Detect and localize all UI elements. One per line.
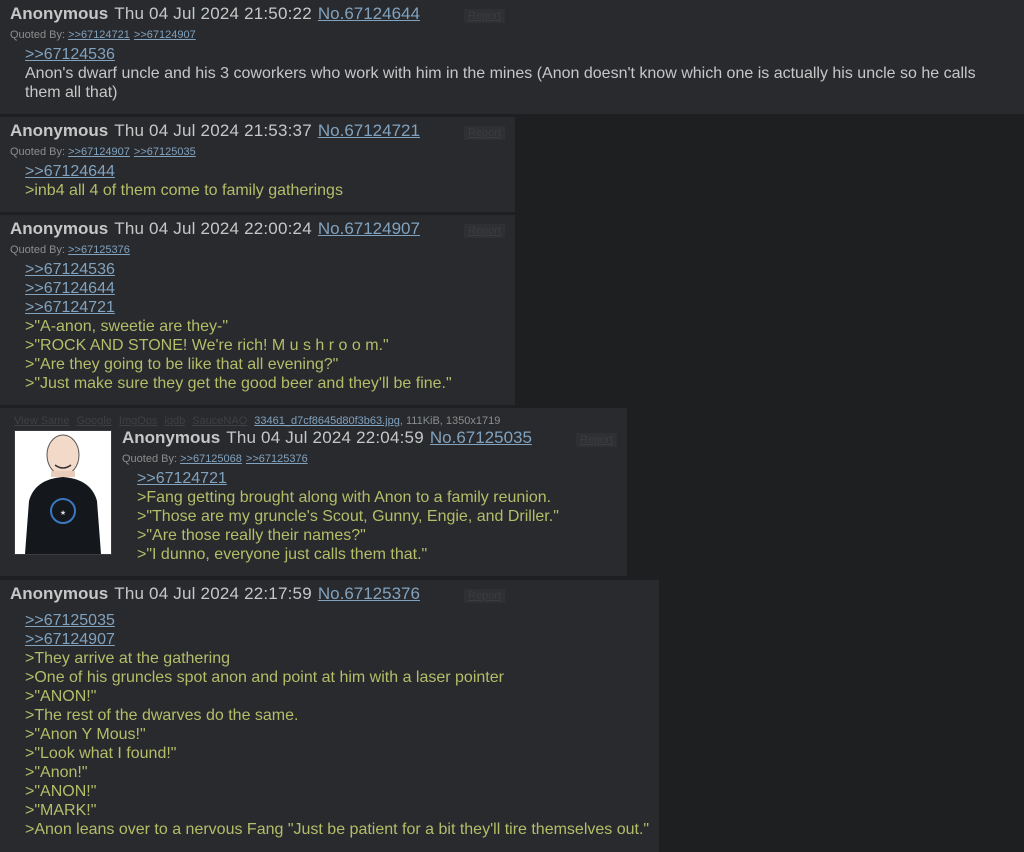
post-date: Thu 04 Jul 2024 22:04:59 xyxy=(226,428,424,447)
quote-reference-link[interactable]: >>67124907 xyxy=(25,631,115,648)
quote-reference-link[interactable]: >>67125035 xyxy=(25,612,115,629)
quoted-by: Quoted By: >>67124721 >>67124907 xyxy=(10,28,1014,42)
post-1: Anonymous Thu 04 Jul 2024 21:50:22 No.67… xyxy=(0,0,1024,114)
post-body: >>67124721 >Fang getting brought along wi… xyxy=(122,466,617,564)
post-2: Anonymous Thu 04 Jul 2024 21:53:37 No.67… xyxy=(0,117,515,212)
file-name-link[interactable]: 33461_d7cf8645d80f3b63.jpg xyxy=(254,415,400,427)
greentext-line: >"Anon Y Mous!" xyxy=(25,726,146,743)
greentext-line: >They arrive at the gathering xyxy=(25,650,231,667)
post-number-link[interactable]: No.67124721 xyxy=(318,121,420,141)
post-body: >>67124644 >inb4 all 4 of them come to fa… xyxy=(10,159,505,200)
quoted-by: Quoted By: >>67125068 >>67125376 xyxy=(122,452,617,466)
post-number-link[interactable]: No.67124907 xyxy=(318,219,420,239)
post-number-link[interactable]: No.67125035 xyxy=(430,428,532,448)
quoted-by-label: Quoted By: xyxy=(10,29,66,41)
quoted-by: Quoted By: >>67125376 xyxy=(10,243,505,257)
post-date: Thu 04 Jul 2024 21:50:22 xyxy=(114,4,312,23)
poster-name: Anonymous xyxy=(10,4,109,23)
quoted-by: Quoted By: >>67124907 >>67125035 xyxy=(10,145,505,159)
greentext-line: >inb4 all 4 of them come to family gathe… xyxy=(25,182,343,199)
post-3: Anonymous Thu 04 Jul 2024 22:00:24 No.67… xyxy=(0,215,515,405)
post-header: Anonymous Thu 04 Jul 2024 21:53:37 No.67… xyxy=(10,121,506,145)
quote-reference-link[interactable]: >>67124644 xyxy=(25,280,115,297)
file-search-link[interactable]: Google xyxy=(76,415,111,427)
greentext-line: >"Just make sure they get the good beer … xyxy=(25,375,452,392)
greentext-line: >"A-anon, sweetie are they-" xyxy=(25,318,229,335)
quote-reference-link[interactable]: >>67124721 xyxy=(25,299,115,316)
poster-name: Anonymous xyxy=(122,428,221,447)
report-button[interactable]: Report xyxy=(464,224,506,238)
post-header: Anonymous Thu 04 Jul 2024 22:17:59 No.67… xyxy=(10,584,649,608)
greentext-line: >The rest of the dwarves do the same. xyxy=(25,707,299,724)
post-header: Anonymous Thu 04 Jul 2024 22:04:59 No.67… xyxy=(122,428,618,452)
post-body: >>67124536 Anon's dwarf uncle and his 3 c… xyxy=(10,42,1014,102)
post-5: Anonymous Thu 04 Jul 2024 22:17:59 No.67… xyxy=(0,580,659,852)
greentext-line: >Fang getting brought along with Anon to… xyxy=(137,489,552,506)
post-text-line: Anon's dwarf uncle and his 3 coworkers w… xyxy=(25,65,976,101)
file-meta: , 111KiB, 1350x1719 xyxy=(399,415,501,427)
thumbnail-graphic: ★ xyxy=(15,431,111,554)
report-button[interactable]: Report xyxy=(464,9,506,23)
post-body: >>67124536 >>67124644 >>67124721 >"A-anon, … xyxy=(10,257,505,393)
quoted-by-link[interactable]: >>67125376 xyxy=(68,244,130,256)
post-header: Anonymous Thu 04 Jul 2024 22:00:24 No.67… xyxy=(10,219,506,243)
quoted-by-label: Quoted By: xyxy=(122,453,178,465)
quote-reference-link[interactable]: >>67124721 xyxy=(137,470,227,487)
quoted-by-link[interactable]: >>67125068 xyxy=(180,453,242,465)
quote-reference-link[interactable]: >>67124536 xyxy=(25,261,115,278)
greentext-line: >"I dunno, everyone just calls them that… xyxy=(137,546,428,563)
report-button[interactable]: Report xyxy=(464,126,506,140)
quoted-by-link[interactable]: >>67124721 xyxy=(68,29,130,41)
greentext-line: >"ANON!" xyxy=(25,783,97,800)
greentext-line: >"Are they going to be like that all eve… xyxy=(25,356,339,373)
greentext-line: >"Are those really their names?" xyxy=(137,527,366,544)
post-date: Thu 04 Jul 2024 21:53:37 xyxy=(114,121,312,140)
file-search-link[interactable]: iqdb xyxy=(164,415,185,427)
post-image-thumbnail[interactable]: ★ xyxy=(14,430,112,555)
post-body: >>67125035 >>67124907 >They arrive at the … xyxy=(10,608,649,839)
greentext-line: >"MARK!" xyxy=(25,802,97,819)
quote-reference-link[interactable]: >>67124536 xyxy=(25,46,115,63)
greentext-line: >One of his gruncles spot anon and point… xyxy=(25,669,504,686)
file-search-link[interactable]: SauceNAO xyxy=(192,415,247,427)
quoted-by-label: Quoted By: xyxy=(10,244,66,256)
greentext-line: >"Those are my gruncle's Scout, Gunny, E… xyxy=(137,508,559,525)
file-info-bar: View Same Google ImgOps iqdb SauceNAO 33461_d… xyxy=(14,412,617,428)
file-search-link[interactable]: ImgOps xyxy=(119,415,158,427)
quoted-by-link[interactable]: >>67124907 xyxy=(68,146,130,158)
greentext-line: >"Anon!" xyxy=(25,764,88,781)
post-date: Thu 04 Jul 2024 22:17:59 xyxy=(114,584,312,603)
post-number-link[interactable]: No.67124644 xyxy=(318,4,420,24)
greentext-line: >"ANON!" xyxy=(25,688,97,705)
greentext-line: >"ROCK AND STONE! We're rich! M u s h r … xyxy=(25,337,389,354)
poster-name: Anonymous xyxy=(10,121,109,140)
post-number-link[interactable]: No.67125376 xyxy=(318,584,420,604)
greentext-line: >"Look what I found!" xyxy=(25,745,177,762)
post-date: Thu 04 Jul 2024 22:00:24 xyxy=(114,219,312,238)
quote-reference-link[interactable]: >>67124644 xyxy=(25,163,115,180)
post-header: Anonymous Thu 04 Jul 2024 21:50:22 No.67… xyxy=(10,4,1014,28)
report-button[interactable]: Report xyxy=(464,589,506,603)
quoted-by-link[interactable]: >>67125376 xyxy=(246,453,308,465)
greentext-line: >Anon leans over to a nervous Fang "Just… xyxy=(25,821,650,838)
quoted-by-label: Quoted By: xyxy=(10,146,66,158)
quoted-by-link[interactable]: >>67124907 xyxy=(134,29,196,41)
poster-name: Anonymous xyxy=(10,219,109,238)
poster-name: Anonymous xyxy=(10,584,109,603)
svg-text:★: ★ xyxy=(60,509,66,517)
quoted-by-link[interactable]: >>67125035 xyxy=(134,146,196,158)
file-search-link[interactable]: View Same xyxy=(14,415,69,427)
report-button[interactable]: Report xyxy=(576,433,618,447)
